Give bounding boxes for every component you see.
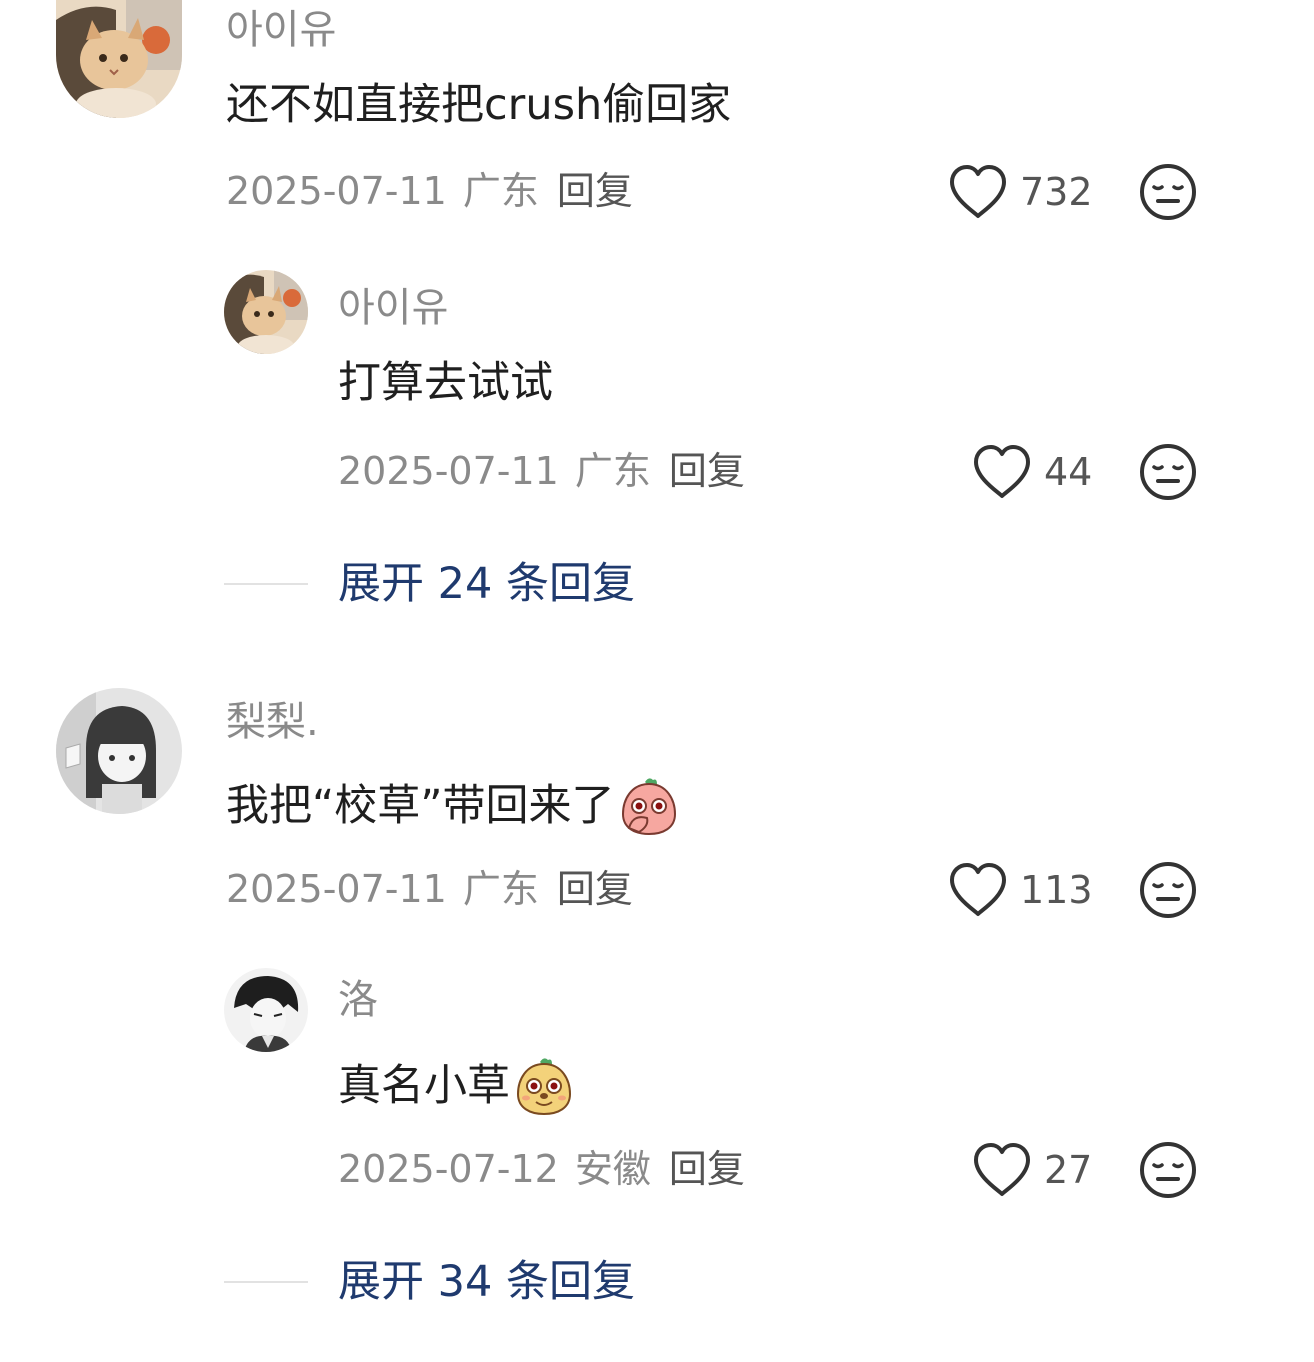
avatar[interactable] xyxy=(56,688,182,814)
neutral-face-icon xyxy=(1140,1142,1196,1198)
reply-meta: 2025-07-12 安徽 回复 xyxy=(338,1150,745,1188)
anime-girl-avatar-image xyxy=(56,688,182,814)
comment-meta: 2025-07-11 广东 回复 xyxy=(226,870,633,908)
heart-outline-icon xyxy=(950,165,1006,218)
username[interactable]: 洛 xyxy=(338,980,378,1020)
comment-location: 广东 xyxy=(462,169,539,213)
comment-text-content: 我把“校草”带回来了 xyxy=(226,780,615,831)
reply-text: 打算去试试 xyxy=(338,362,553,405)
expand-replies-label: 展开 34 条回复 xyxy=(338,1256,636,1307)
comment-location: 广东 xyxy=(462,867,539,911)
reply-location: 广东 xyxy=(574,449,651,493)
username[interactable]: 아이유 xyxy=(226,10,336,50)
potato-smile-emoji xyxy=(514,1056,574,1116)
reply-button[interactable]: 回复 xyxy=(557,867,633,911)
expand-replies-button[interactable]: 展开 24 条回复 xyxy=(224,554,635,614)
divider-line xyxy=(224,1281,308,1283)
divider-line xyxy=(224,583,308,585)
cat-avatar-image xyxy=(224,270,308,354)
peach-cover-mouth-emoji xyxy=(619,776,679,836)
reply-text-content: 真名小草 xyxy=(338,1060,510,1111)
dislike-button[interactable] xyxy=(1138,860,1198,920)
comment-meta: 2025-07-11 广东 回复 xyxy=(226,172,633,210)
comment-text: 还不如直接把crush偷回家 xyxy=(226,84,731,127)
like-button[interactable]: 27 xyxy=(972,1140,1092,1200)
comment-date: 2025-07-11 xyxy=(226,169,447,213)
dislike-button[interactable] xyxy=(1138,1140,1198,1200)
reply-button[interactable]: 回复 xyxy=(669,449,745,493)
like-button[interactable]: 113 xyxy=(948,860,1093,920)
username[interactable]: 아이유 xyxy=(338,288,448,328)
comment-text-content: 还不如直接把crush偷回家 xyxy=(226,80,732,130)
neutral-face-icon xyxy=(1140,862,1196,918)
comment-text: 我把“校草”带回来了 xyxy=(226,776,679,836)
anime-boy-avatar-image xyxy=(224,968,308,1052)
dislike-button[interactable] xyxy=(1138,442,1198,502)
reply-date: 2025-07-12 xyxy=(338,1147,559,1191)
reply-meta: 2025-07-11 广东 回复 xyxy=(338,452,745,490)
like-count: 27 xyxy=(1044,1148,1093,1192)
reply-button[interactable]: 回复 xyxy=(669,1147,745,1191)
heart-outline-icon xyxy=(974,445,1030,498)
comment-date: 2025-07-11 xyxy=(226,867,447,911)
username[interactable]: 梨梨. xyxy=(226,702,319,742)
reply-date: 2025-07-11 xyxy=(338,449,559,493)
neutral-face-icon xyxy=(1140,444,1196,500)
reply-location: 安徽 xyxy=(574,1147,651,1191)
like-count: 44 xyxy=(1044,450,1093,494)
expand-replies-button[interactable]: 展开 34 条回复 xyxy=(224,1252,635,1312)
reply-button[interactable]: 回复 xyxy=(557,169,633,213)
heart-outline-icon xyxy=(974,1143,1030,1196)
reply-text-content: 打算去试试 xyxy=(338,358,553,408)
dislike-button[interactable] xyxy=(1138,162,1198,222)
expand-replies-label: 展开 24 条回复 xyxy=(338,558,636,609)
cat-avatar-image xyxy=(56,0,182,118)
avatar[interactable] xyxy=(224,270,308,354)
heart-outline-icon xyxy=(950,863,1006,916)
neutral-face-icon xyxy=(1140,164,1196,220)
avatar[interactable] xyxy=(56,0,182,118)
reply-text: 真名小草 xyxy=(338,1056,574,1116)
like-button[interactable]: 732 xyxy=(948,162,1093,222)
like-count: 732 xyxy=(1020,170,1093,214)
like-button[interactable]: 44 xyxy=(972,442,1092,502)
avatar[interactable] xyxy=(224,968,308,1052)
like-count: 113 xyxy=(1020,868,1093,912)
